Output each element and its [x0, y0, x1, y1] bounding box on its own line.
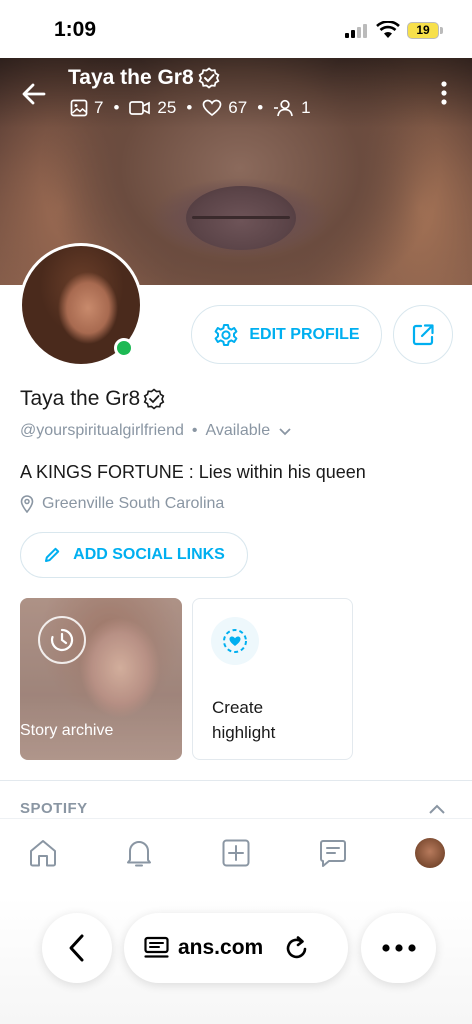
- tab-bar-border: [0, 818, 472, 819]
- subscribers-count: 1: [301, 98, 311, 117]
- heart-icon: [202, 99, 222, 117]
- separator-dot: •: [257, 98, 264, 117]
- create-highlight-card[interactable]: Create highlight: [192, 598, 353, 760]
- browser-more-button[interactable]: [361, 913, 436, 983]
- videos-count: 25: [157, 98, 177, 117]
- user-icon: [274, 99, 294, 117]
- status-time: 1:09: [54, 18, 97, 41]
- share-icon: [412, 323, 434, 345]
- browser-back-button[interactable]: [42, 913, 112, 983]
- more-vertical-icon[interactable]: [436, 80, 452, 106]
- header-title: Taya the Gr8: [68, 66, 220, 90]
- likes-count: 67: [228, 98, 248, 117]
- share-button[interactable]: [393, 305, 453, 364]
- create-highlight-label: Create highlight: [212, 698, 276, 742]
- wifi-icon: [376, 21, 400, 38]
- reload-icon[interactable]: [283, 934, 311, 962]
- header-title-text: Taya the Gr8: [68, 66, 194, 89]
- add-social-links-button[interactable]: ADD SOCIAL LINKS: [20, 532, 248, 578]
- gear-icon: [214, 323, 238, 346]
- add-social-links-label: ADD SOCIAL LINKS: [73, 546, 225, 563]
- verified-icon: [198, 67, 220, 89]
- section-divider: [0, 780, 472, 781]
- plus-square-icon[interactable]: [219, 836, 253, 870]
- location-text: Greenville South Carolina: [42, 495, 225, 512]
- spotify-section-title[interactable]: SPOTIFY: [20, 800, 88, 817]
- video-icon: [129, 101, 151, 115]
- username-row: @yourspiritualgirlfriend • Available: [20, 422, 292, 440]
- message-icon[interactable]: [316, 836, 350, 870]
- status-bar: 1:09 19: [0, 0, 472, 58]
- more-horizontal-icon: [381, 944, 416, 952]
- chevron-up-icon[interactable]: [428, 803, 446, 815]
- separator-dot: •: [113, 98, 120, 117]
- battery-indicator: 19: [407, 22, 439, 39]
- location-pin-icon: [20, 495, 34, 513]
- separator-dot: •: [186, 98, 193, 117]
- availability-status[interactable]: Available: [205, 422, 270, 440]
- browser-url-text: ans.com: [178, 936, 264, 959]
- verified-icon: [143, 388, 165, 410]
- story-archive-label: Story archive: [20, 722, 114, 739]
- heart-circle-icon: [211, 617, 259, 665]
- profile-bio: A KINGS FORTUNE : Lies within his queen: [20, 462, 366, 482]
- image-icon: [70, 99, 88, 117]
- avatar[interactable]: [415, 838, 445, 868]
- profile-name-text: Taya the Gr8: [20, 387, 141, 410]
- pencil-icon: [45, 547, 60, 562]
- reader-icon: [144, 936, 169, 958]
- header-stats: 7 • 25 • 67 • 1: [70, 98, 311, 118]
- profile-location: Greenville South Carolina: [20, 495, 224, 513]
- signal-icon: [345, 24, 367, 38]
- home-icon[interactable]: [26, 836, 60, 870]
- chevron-left-icon: [69, 934, 84, 962]
- username: @yourspiritualgirlfriend: [20, 422, 184, 439]
- battery-tip: [440, 27, 443, 34]
- cover-image-detail-line: [192, 216, 290, 219]
- history-icon: [38, 616, 86, 664]
- edit-profile-label: EDIT PROFILE: [249, 325, 360, 343]
- edit-profile-button[interactable]: EDIT PROFILE: [191, 305, 382, 364]
- chevron-down-icon[interactable]: [278, 426, 292, 436]
- bell-icon[interactable]: [122, 836, 156, 870]
- back-arrow-icon[interactable]: [20, 80, 48, 108]
- browser-url-bar[interactable]: ans.com: [124, 913, 348, 983]
- online-status-indicator: [114, 338, 134, 358]
- profile-name: Taya the Gr8: [20, 387, 165, 411]
- photos-count: 7: [94, 98, 104, 117]
- separator-dot: •: [191, 422, 198, 439]
